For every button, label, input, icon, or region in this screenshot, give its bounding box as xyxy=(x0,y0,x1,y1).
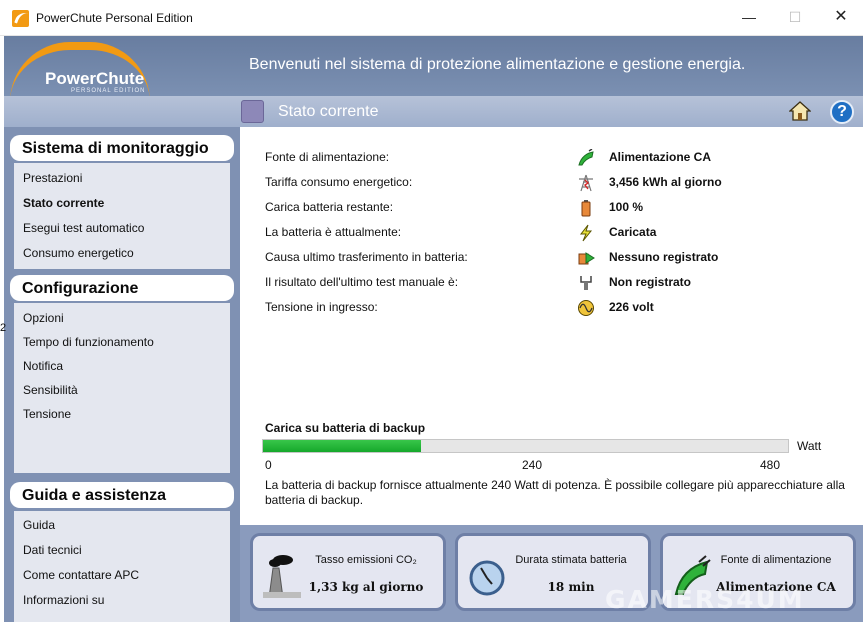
sidebar-item-dati-tecnici[interactable]: Dati tecnici xyxy=(23,543,82,557)
home-icon[interactable] xyxy=(789,100,811,122)
section-configuration-title: Configurazione xyxy=(10,275,234,301)
sidebar-item-contattare-apc[interactable]: Come contattare APC xyxy=(23,568,139,582)
capacity-tick-max: 480 xyxy=(760,458,781,472)
section-monitoring-title: Sistema di monitoraggio xyxy=(10,135,234,161)
header-banner: PowerChute PERSONAL EDITION Benvenuti ne… xyxy=(4,36,863,96)
status-label-last-transfer: Causa ultimo trasferimento in batteria: xyxy=(265,250,468,264)
lightning-icon xyxy=(579,224,593,242)
capacity-bar xyxy=(262,439,789,453)
sidebar-item-tensione[interactable]: Tensione xyxy=(23,407,71,421)
plug-icon xyxy=(578,149,594,166)
sidebar-item-opzioni[interactable]: Opzioni xyxy=(23,311,64,325)
sidebar-item-stato-corrente[interactable]: Stato corrente xyxy=(23,196,104,210)
sidebar-item-sensibilita[interactable]: Sensibilità xyxy=(23,383,78,397)
sidebar-item-consumo-energetico[interactable]: Consumo energetico xyxy=(23,246,134,260)
status-value-power-source: Alimentazione CA xyxy=(609,150,712,164)
co2-card[interactable]: Tasso emissioni CO₂ 1,33 kg al giorno xyxy=(250,533,446,611)
transfer-icon xyxy=(578,252,595,265)
co2-card-value: 1,33 kg al giorno xyxy=(308,580,424,594)
capacity-unit: Watt xyxy=(797,439,822,453)
logo-subtitle: PERSONAL EDITION xyxy=(71,88,146,94)
status-label-input-voltage: Tensione in ingresso: xyxy=(265,300,378,314)
sidebar-item-notifica[interactable]: Notifica xyxy=(23,359,63,373)
close-button[interactable]: ✕ xyxy=(818,0,863,34)
page-header: Stato corrente ? xyxy=(4,96,863,127)
battery-icon xyxy=(581,200,591,217)
capacity-title: Carica su batteria di backup xyxy=(265,421,426,435)
edge-marker: 2 xyxy=(0,322,7,334)
status-label-battery-state: La batteria è attualmente: xyxy=(265,225,402,239)
window-title: PowerChute Personal Edition xyxy=(36,11,193,25)
main-content: Fonte di alimentazione: Alimentazione CA… xyxy=(240,127,863,622)
status-label-power-source: Fonte di alimentazione: xyxy=(265,150,390,164)
welcome-message: Benvenuti nel sistema di protezione alim… xyxy=(249,56,746,73)
section-help-title: Guida e assistenza xyxy=(10,482,234,508)
voltage-icon xyxy=(578,300,594,316)
status-page-icon xyxy=(241,100,264,123)
help-icon[interactable]: ? xyxy=(830,100,854,124)
section-help-panel: Guida Dati tecnici Come contattare APC I… xyxy=(14,511,230,622)
status-value-input-voltage: 226 volt xyxy=(609,300,654,314)
status-value-battery-charge: 100 % xyxy=(609,200,644,214)
app-logo-icon xyxy=(12,10,29,27)
test-icon xyxy=(580,276,592,290)
section-monitoring-panel: Prestazioni Stato corrente Esegui test a… xyxy=(14,163,230,269)
power-tower-icon xyxy=(579,174,593,192)
maximize-button[interactable]: ☐ xyxy=(772,0,818,34)
logo-name: PowerChute xyxy=(45,69,145,88)
status-label-manual-test: Il risultato dell'ultimo test manuale è: xyxy=(265,275,459,289)
status-label-energy-rate: Tariffa consumo energetico: xyxy=(265,175,413,189)
page-title: Stato corrente xyxy=(278,103,379,120)
window-title-bar: PowerChute Personal Edition — ☐ ✕ xyxy=(0,0,863,36)
minimize-button[interactable]: — xyxy=(726,0,772,34)
sidebar-item-prestazioni[interactable]: Prestazioni xyxy=(23,171,82,185)
sidebar-item-guida[interactable]: Guida xyxy=(23,518,55,532)
capacity-tick-mid: 240 xyxy=(522,458,543,472)
sidebar-item-informazioni[interactable]: Informazioni su xyxy=(23,593,104,607)
co2-card-title: Tasso emissioni CO₂ xyxy=(315,554,417,566)
status-value-last-transfer: Nessuno registrato xyxy=(609,250,719,264)
sidebar: Sistema di monitoraggio Prestazioni Stat… xyxy=(4,127,240,622)
power-source-card-title: Fonte di alimentazione xyxy=(720,554,832,566)
capacity-bar-fill xyxy=(263,440,421,452)
sidebar-item-tempo-funzionamento[interactable]: Tempo di funzionamento xyxy=(23,335,154,349)
capacity-description: La batteria di backup fornisce attualmen… xyxy=(265,478,845,507)
section-configuration-panel: Opzioni Tempo di funzionamento Notifica … xyxy=(14,303,230,473)
capacity-tick-min: 0 xyxy=(265,458,272,472)
sidebar-item-test-automatico[interactable]: Esegui test automatico xyxy=(23,221,144,235)
status-value-manual-test: Non registrato xyxy=(609,275,692,289)
status-value-battery-state: Caricata xyxy=(609,225,657,239)
runtime-card-title: Durata stimata batteria xyxy=(515,554,627,566)
watermark-text: GAMERS4UM xyxy=(605,585,805,614)
status-value-energy-rate: 3,456 kWh al giorno xyxy=(609,175,722,189)
status-label-battery-charge: Carica batteria restante: xyxy=(265,200,394,214)
